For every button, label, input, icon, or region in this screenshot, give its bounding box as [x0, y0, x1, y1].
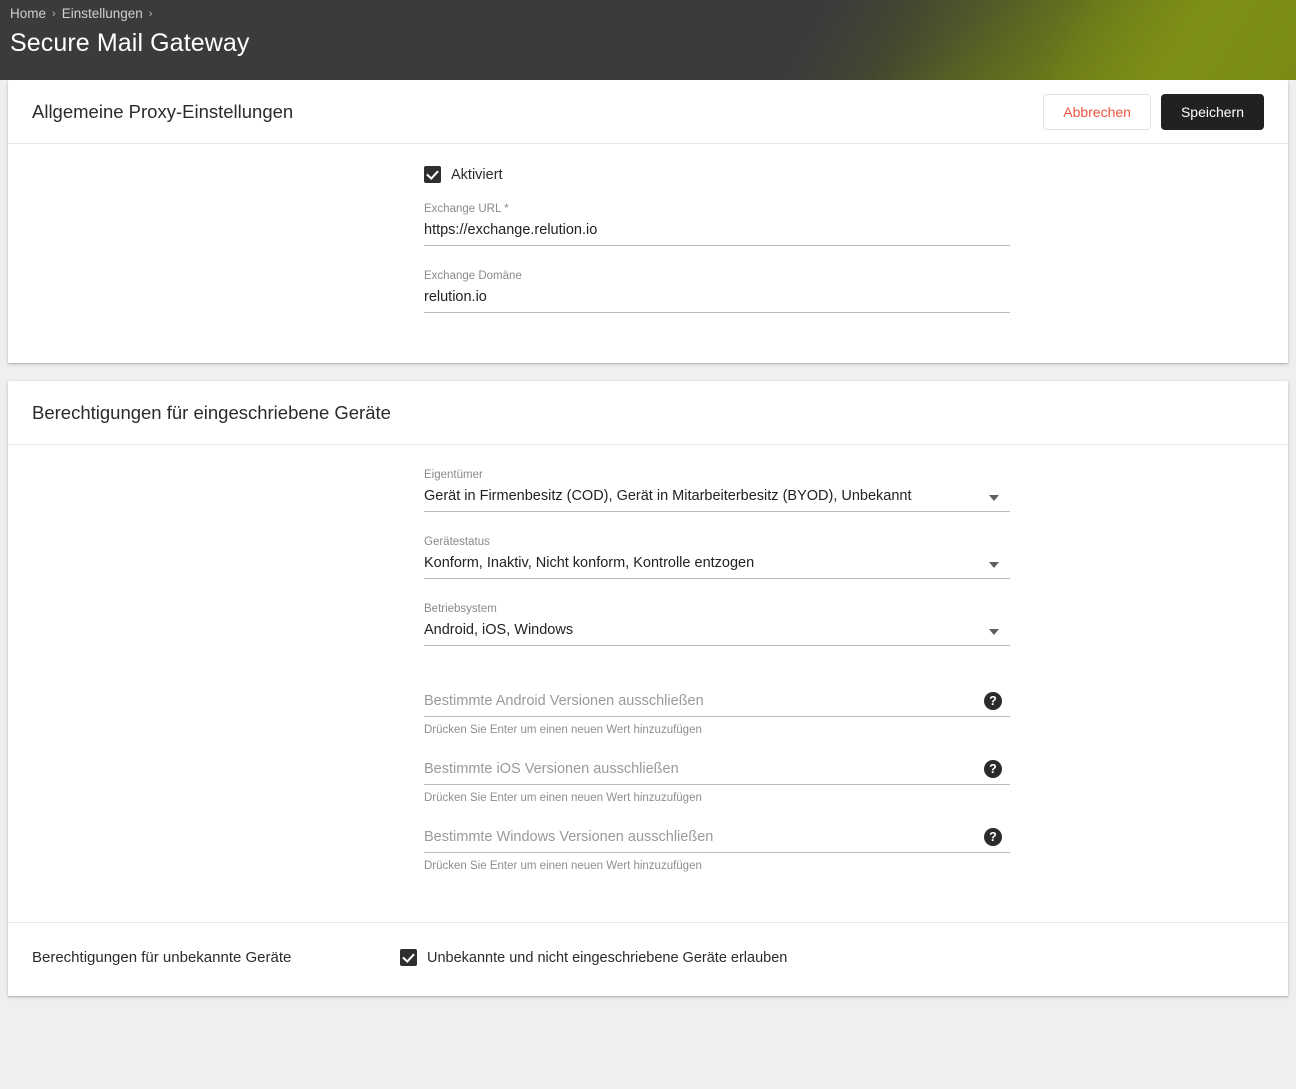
chevron-right-icon: › [52, 8, 56, 20]
field-exchange-domain: Exchange Domäne relution.io [424, 268, 1010, 313]
field-exclude-android-versions: Bestimmte Android Versionen ausschließen… [424, 690, 1010, 738]
unknown-devices-section: Berechtigungen für unbekannte Geräte Unb… [8, 922, 1288, 996]
exclude-android-versions-inputwrap[interactable]: Bestimmte Android Versionen ausschließen… [424, 690, 1010, 717]
operating-system-select-value: Android, iOS, Windows [424, 622, 574, 638]
exclude-windows-versions-input[interactable]: Bestimmte Windows Versionen ausschließen [424, 826, 713, 848]
device-status-select-value: Konform, Inaktiv, Nicht konform, Kontrol… [424, 555, 755, 571]
exclude-windows-versions-hint: Drücken Sie Enter um einen neuen Wert hi… [424, 860, 702, 872]
exclude-ios-versions-input[interactable]: Bestimmte iOS Versionen ausschließen [424, 758, 679, 780]
proxy-form-column: Aktiviert Exchange URL * https://exchang… [424, 166, 1010, 313]
card-permissions-header: Berechtigungen für eingeschriebene Gerät… [8, 381, 1288, 445]
field-exchange-url-inputwrap[interactable]: https://exchange.relution.io [424, 219, 1010, 246]
field-device-status-label: Gerätestatus [424, 536, 490, 548]
field-exchange-url-label: Exchange URL * [424, 203, 509, 215]
chevron-down-icon[interactable] [989, 495, 999, 501]
card-proxy-body: Aktiviert Exchange URL * https://exchang… [8, 144, 1288, 363]
card-proxy-settings: Allgemeine Proxy-Einstellungen Abbrechen… [8, 80, 1288, 363]
operating-system-select[interactable]: Android, iOS, Windows [424, 619, 1010, 646]
checkbox-checked-icon[interactable] [424, 166, 441, 183]
field-operating-system: Betriebsystem Android, iOS, Windows [424, 601, 1010, 646]
checkbox-checked-icon[interactable] [400, 949, 417, 966]
chevron-down-icon[interactable] [989, 629, 999, 635]
field-exchange-url: Exchange URL * https://exchange.relution… [424, 201, 1010, 246]
page-body: Allgemeine Proxy-Einstellungen Abbrechen… [0, 80, 1296, 996]
exclude-android-versions-input[interactable]: Bestimmte Android Versionen ausschließen [424, 690, 704, 712]
exclude-windows-versions-inputwrap[interactable]: Bestimmte Windows Versionen ausschließen… [424, 826, 1010, 853]
header-text-block: Home › Einstellungen › Secure Mail Gatew… [0, 0, 1296, 60]
permissions-form-column: Eigentümer Gerät in Firmenbesitz (COD), … [424, 467, 1010, 874]
field-exclude-ios-versions: Bestimmte iOS Versionen ausschließen ? D… [424, 758, 1010, 806]
enabled-checkbox-row[interactable]: Aktiviert [424, 166, 1010, 183]
owner-select[interactable]: Gerät in Firmenbesitz (COD), Gerät in Mi… [424, 485, 1010, 512]
exclude-ios-versions-hint: Drücken Sie Enter um einen neuen Wert hi… [424, 792, 702, 804]
chevron-down-icon[interactable] [989, 562, 999, 568]
field-device-status: Gerätestatus Konform, Inaktiv, Nicht kon… [424, 534, 1010, 579]
exclude-android-versions-hint: Drücken Sie Enter um einen neuen Wert hi… [424, 724, 702, 736]
device-status-select[interactable]: Konform, Inaktiv, Nicht konform, Kontrol… [424, 552, 1010, 579]
card-gap [0, 363, 1296, 381]
card-proxy-actions: Abbrechen Speichern [1043, 93, 1264, 130]
card-proxy-header: Allgemeine Proxy-Einstellungen Abbrechen… [8, 80, 1288, 144]
exchange-domain-input[interactable]: relution.io [424, 286, 487, 308]
field-operating-system-label: Betriebsystem [424, 603, 497, 615]
save-button[interactable]: Speichern [1160, 93, 1264, 130]
breadcrumb-item-home[interactable]: Home [10, 4, 46, 24]
breadcrumb: Home › Einstellungen › [10, 4, 1296, 24]
allow-unknown-devices-row[interactable]: Unbekannte und nicht eingeschriebene Ger… [400, 949, 787, 966]
app-header: Home › Einstellungen › Secure Mail Gatew… [0, 0, 1296, 80]
field-exchange-domain-inputwrap[interactable]: relution.io [424, 286, 1010, 313]
cancel-button[interactable]: Abbrechen [1043, 93, 1151, 130]
owner-select-value: Gerät in Firmenbesitz (COD), Gerät in Mi… [424, 488, 912, 504]
help-icon[interactable]: ? [984, 760, 1002, 778]
field-exclude-windows-versions: Bestimmte Windows Versionen ausschließen… [424, 826, 1010, 874]
allow-unknown-devices-label: Unbekannte und nicht eingeschriebene Ger… [427, 949, 788, 966]
card-permissions: Berechtigungen für eingeschriebene Gerät… [8, 381, 1288, 996]
card-permissions-title: Berechtigungen für eingeschriebene Gerät… [32, 401, 391, 423]
unknown-devices-label: Berechtigungen für unbekannte Geräte [32, 949, 292, 966]
chevron-right-icon: › [148, 8, 153, 20]
field-owner-label: Eigentümer [424, 469, 483, 481]
help-icon[interactable]: ? [984, 692, 1002, 710]
exclude-ios-versions-inputwrap[interactable]: Bestimmte iOS Versionen ausschließen ? [424, 758, 1010, 785]
exchange-url-input[interactable]: https://exchange.relution.io [424, 219, 597, 241]
page-title: Secure Mail Gateway [10, 29, 250, 57]
enabled-checkbox-label: Aktiviert [451, 166, 503, 183]
field-owner: Eigentümer Gerät in Firmenbesitz (COD), … [424, 467, 1010, 512]
breadcrumb-item-einstellungen[interactable]: Einstellungen [62, 4, 143, 24]
field-exchange-domain-label: Exchange Domäne [424, 270, 522, 282]
help-icon[interactable]: ? [984, 828, 1002, 846]
card-proxy-title: Allgemeine Proxy-Einstellungen [32, 100, 294, 122]
card-permissions-body: Eigentümer Gerät in Firmenbesitz (COD), … [8, 445, 1288, 922]
